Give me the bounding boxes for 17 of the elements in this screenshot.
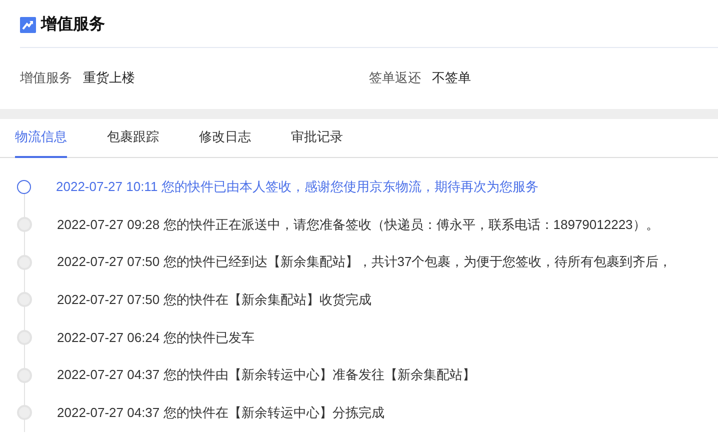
event-text: 2022-07-27 07:50 您的快件已经到达【新余集配站】，共计37个包裹，为便于您签收，待所有包裹到齐后， bbox=[57, 253, 672, 272]
event-text: 2022-07-27 06:24 您的快件已发车 bbox=[57, 328, 254, 347]
event-text: 2022-07-27 04:37 您的快件由【新余转运中心】准备发往【新余集配站】 bbox=[57, 366, 476, 384]
tab[interactable]: 修改日志 bbox=[199, 128, 251, 158]
trend-icon bbox=[20, 16, 36, 32]
event-text: 2022-07-27 09:28 您的快件正在派送中，请您准备签收（快递员：傅永平，联系电话：18979012223）。 bbox=[57, 216, 659, 234]
tab[interactable]: 包裹跟踪 bbox=[107, 128, 159, 158]
event-text: 2022-07-27 04:37 您的快件在【新余转运中心】分拣完成 bbox=[57, 404, 384, 422]
field-value: 重货上楼 bbox=[83, 68, 135, 86]
field-label: 签单返还 bbox=[369, 68, 421, 86]
section-title: 增值服务 bbox=[41, 14, 105, 35]
event-text: 2022-07-27 07:50 您的快件在【新余集配站】收货完成 bbox=[57, 290, 372, 309]
tab[interactable]: 物流信息 bbox=[15, 128, 67, 158]
field-label: 增值服务 bbox=[20, 68, 72, 86]
event-text: 2022-07-27 10:11 您的快件已由本人签收，感谢您使用京东物流，期待再次为您服务 bbox=[56, 178, 538, 196]
field-value: 不签单 bbox=[432, 68, 471, 86]
tab[interactable]: 审批记录 bbox=[291, 128, 343, 158]
